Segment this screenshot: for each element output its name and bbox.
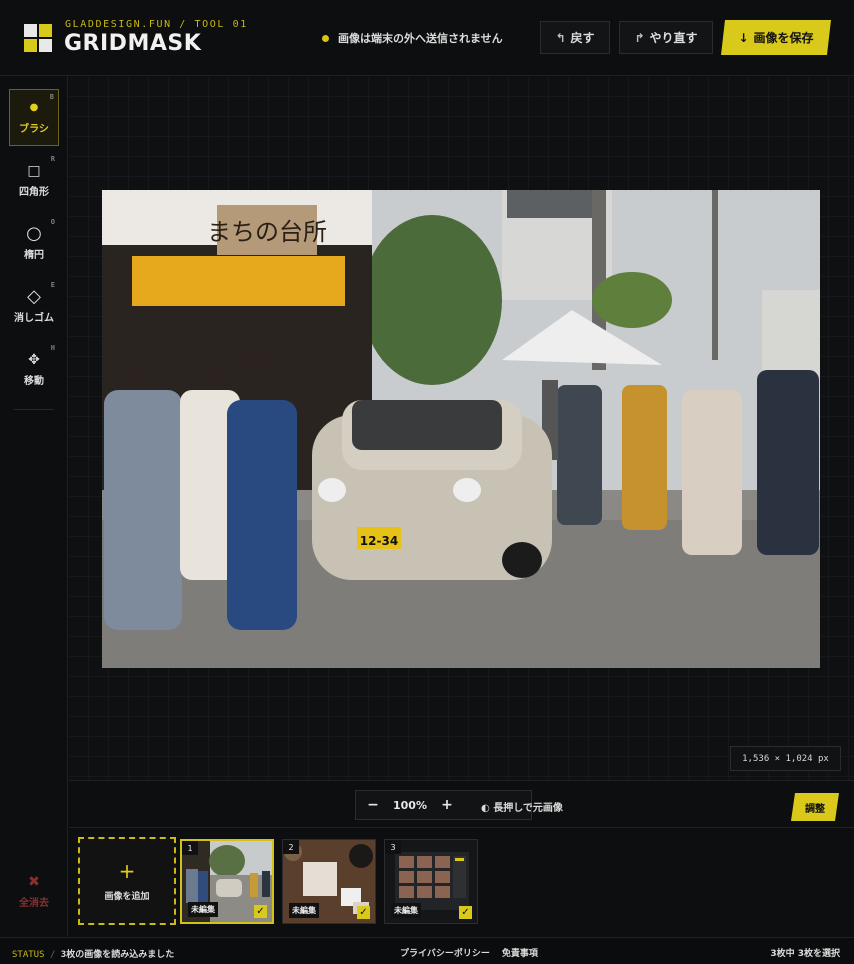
- status-dot-icon: [322, 34, 329, 42]
- half-circle-icon: ◐: [481, 803, 490, 814]
- status-left: STATUS / 3枚の画像を読み込みました: [12, 947, 174, 960]
- close-icon: ✖: [28, 874, 40, 890]
- download-icon: ↓: [738, 30, 749, 45]
- shortcut-key: B: [49, 93, 54, 101]
- thumbnail-2[interactable]: 2 未編集 ✓: [282, 839, 376, 924]
- disclaimer-link[interactable]: 免責事項: [502, 946, 538, 959]
- separator: /: [49, 950, 61, 960]
- status-label: STATUS: [12, 950, 45, 960]
- checkbox-checked-icon[interactable]: ✓: [459, 906, 472, 919]
- redo-button[interactable]: ↱ やり直す: [619, 21, 713, 54]
- circle-icon: ○: [26, 223, 42, 244]
- hold-compare-hint[interactable]: ◐ 長押しで元画像: [481, 799, 563, 814]
- thumbnail-status: 未編集: [391, 903, 421, 918]
- thumbnail-status: 未編集: [188, 902, 218, 917]
- grid-logo-icon: [24, 24, 52, 52]
- tool-eraser[interactable]: E ◇ 消しゴム: [9, 278, 59, 335]
- canvas-area[interactable]: まちの台所 12-34 1,536 × 1,024 px: [69, 77, 854, 780]
- street-scene-image: まちの台所 12-34: [102, 190, 820, 668]
- redo-icon: ↱: [634, 30, 645, 45]
- redo-label: やり直す: [649, 31, 698, 45]
- shortcut-key: H: [50, 344, 55, 352]
- shortcut-key: O: [50, 218, 55, 226]
- brand-subtitle: GLADDESIGN.FUN / TOOL 01: [65, 19, 248, 30]
- tool-label: 四角形: [19, 187, 49, 198]
- header: GLADDESIGN.FUN / TOOL 01 GRIDMASK 画像は端末の…: [0, 0, 854, 76]
- selection-count: 3枚中 3枚を選択: [770, 949, 840, 959]
- hold-compare-label: 長押しで元画像: [493, 803, 563, 814]
- tool-rectangle[interactable]: R □ 四角形: [9, 152, 59, 209]
- tool-label: ブラシ: [19, 124, 49, 135]
- app-root: GLADDESIGN.FUN / TOOL 01 GRIDMASK 画像は端末の…: [0, 0, 854, 964]
- privacy-policy-link[interactable]: プライバシーポリシー: [400, 946, 490, 959]
- undo-label: 戻す: [570, 31, 595, 45]
- undo-button[interactable]: ↰ 戻す: [540, 21, 610, 54]
- thumbnail-1[interactable]: 1 未編集 ✓: [180, 839, 274, 924]
- save-label: 画像を保存: [753, 31, 814, 45]
- add-image-button[interactable]: + 画像を追加: [78, 837, 176, 925]
- tool-label: 楕円: [24, 250, 44, 261]
- privacy-notice: 画像は端末の外へ送信されません: [322, 30, 503, 46]
- shortcut-key: R: [50, 155, 55, 163]
- tool-sidebar: B ● ブラシ R □ 四角形 O ○ 楕円 E ◇ 消しゴム H ✥ 移動 ✖…: [0, 76, 68, 936]
- tool-label: 移動: [24, 376, 44, 387]
- privacy-notice-text: 画像は端末の外へ送信されません: [338, 32, 503, 45]
- square-icon: □: [27, 163, 41, 179]
- plus-icon: +: [118, 858, 136, 883]
- thumbnail-status: 未編集: [289, 903, 319, 918]
- brush-dot-icon: ●: [29, 102, 39, 113]
- undo-icon: ↰: [555, 30, 566, 45]
- checkbox-checked-icon[interactable]: ✓: [357, 906, 370, 919]
- status-message: 3枚の画像を読み込みました: [60, 950, 175, 960]
- thumbnail-3[interactable]: 3 未編集 ✓: [384, 839, 478, 924]
- zoom-in-button[interactable]: +: [430, 797, 464, 813]
- thumbnail-number: 3: [385, 840, 401, 854]
- thumbnail-strip: + 画像を追加 1 未編集 ✓ 2 未編集 ✓ 3 未編集 ✓: [69, 829, 854, 936]
- checkbox-checked-icon[interactable]: ✓: [254, 905, 267, 918]
- tool-label: 消しゴム: [14, 313, 54, 324]
- zoom-toolbar: − 100% + ◐ 長押しで元画像 調整: [69, 780, 854, 828]
- add-image-label: 画像を追加: [104, 891, 150, 902]
- save-image-button[interactable]: ↓ 画像を保存: [721, 20, 831, 55]
- shortcut-key: E: [50, 281, 55, 289]
- footer-links: プライバシーポリシー 免責事項: [400, 946, 538, 959]
- status-bar: STATUS / 3枚の画像を読み込みました プライバシーポリシー 免責事項 3…: [0, 937, 854, 964]
- zoom-level: 100%: [393, 798, 427, 812]
- diamond-icon: ◇: [27, 286, 41, 307]
- tool-brush[interactable]: B ● ブラシ: [9, 89, 59, 146]
- adjust-button[interactable]: 調整: [791, 793, 839, 821]
- clear-all-button[interactable]: ✖ 全消去: [0, 874, 68, 909]
- image-dimensions-badge: 1,536 × 1,024 px: [730, 746, 841, 771]
- tool-ellipse[interactable]: O ○ 楕円: [9, 215, 59, 272]
- thumbnail-number: 2: [283, 840, 299, 854]
- app-title: GRIDMASK: [64, 31, 202, 56]
- tool-move[interactable]: H ✥ 移動: [9, 341, 59, 398]
- zoom-out-button[interactable]: −: [356, 797, 390, 813]
- divider: [14, 409, 54, 410]
- thumbnail-number: 1: [182, 841, 198, 855]
- license-plate-text: 12-34: [360, 534, 398, 548]
- clear-all-label: 全消去: [19, 898, 49, 909]
- editing-photo[interactable]: まちの台所 12-34: [102, 190, 820, 668]
- shop-sign-text: まちの台所: [207, 218, 327, 246]
- move-arrows-icon: ✥: [28, 352, 40, 368]
